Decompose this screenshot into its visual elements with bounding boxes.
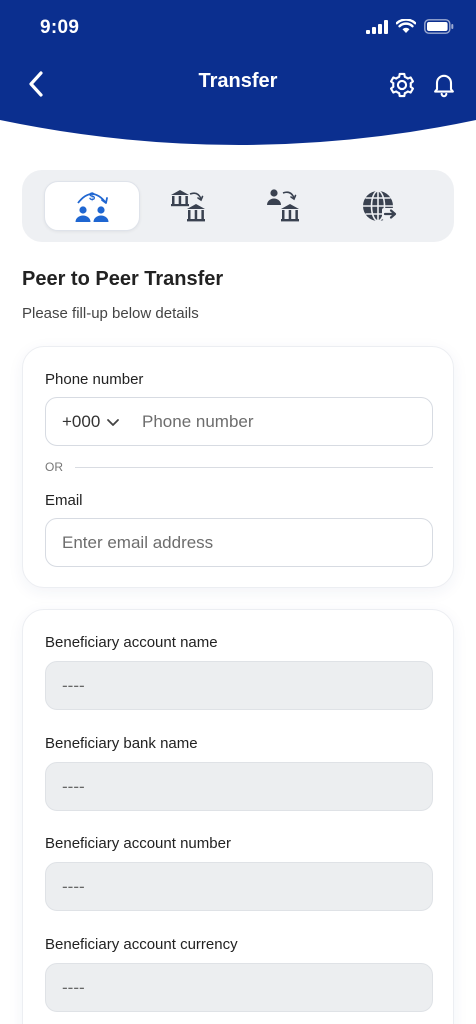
chevron-down-icon bbox=[107, 418, 120, 426]
beneficiary-account-name-value: ---- bbox=[62, 676, 85, 695]
settings-button[interactable] bbox=[388, 71, 416, 99]
phone-field: +000 bbox=[45, 397, 433, 446]
country-code-value: +000 bbox=[62, 411, 101, 431]
tab-international-transfer[interactable] bbox=[332, 181, 428, 231]
tab-peer-transfer[interactable]: $ bbox=[44, 181, 140, 231]
beneficiary-bank-name-field: ---- bbox=[45, 762, 433, 811]
peer-transfer-icon: $ bbox=[75, 191, 109, 222]
status-icons bbox=[366, 19, 454, 34]
battery-icon bbox=[424, 19, 454, 34]
beneficiary-account-number-field: ---- bbox=[45, 862, 433, 911]
beneficiary-account-currency-field: ---- bbox=[45, 963, 433, 1012]
beneficiary-bank-name-label: Beneficiary bank name bbox=[45, 735, 198, 752]
beneficiary-bank-name-value: ---- bbox=[62, 777, 85, 796]
contact-card: Phone number +000 OR Email bbox=[22, 346, 454, 588]
person-to-bank-icon bbox=[267, 189, 299, 222]
section-title: Peer to Peer Transfer bbox=[22, 268, 224, 290]
tab-bank-transfer[interactable] bbox=[140, 181, 236, 231]
divider-line bbox=[75, 466, 433, 468]
transfer-type-tabs: $ bbox=[22, 170, 454, 242]
email-label: Email bbox=[45, 492, 83, 509]
phone-input[interactable] bbox=[142, 398, 422, 445]
email-field bbox=[45, 518, 433, 567]
wifi-icon bbox=[396, 19, 416, 33]
bell-icon bbox=[434, 74, 454, 98]
international-transfer-icon bbox=[363, 190, 398, 222]
country-code-dropdown[interactable]: +000 bbox=[62, 398, 120, 445]
beneficiary-account-name-field: ---- bbox=[45, 661, 433, 710]
or-text: OR bbox=[45, 460, 63, 474]
app-header: 9:09 Transfer bbox=[0, 0, 476, 150]
section-subtitle: Please fill-up below details bbox=[22, 305, 199, 322]
svg-text:$: $ bbox=[89, 191, 95, 203]
phone-label: Phone number bbox=[45, 371, 144, 388]
beneficiary-account-currency-label: Beneficiary account currency bbox=[45, 936, 238, 953]
beneficiary-account-number-label: Beneficiary account number bbox=[45, 835, 231, 852]
beneficiary-card: Beneficiary account name ---- Beneficiar… bbox=[22, 609, 454, 1024]
status-time: 9:09 bbox=[40, 17, 80, 38]
signal-icon bbox=[366, 19, 388, 34]
gear-icon bbox=[389, 72, 415, 98]
beneficiary-account-currency-value: ---- bbox=[62, 978, 85, 997]
bank-to-bank-icon bbox=[171, 190, 205, 222]
or-divider: OR bbox=[45, 459, 433, 475]
email-input[interactable] bbox=[62, 519, 422, 566]
tab-person-to-bank[interactable] bbox=[236, 181, 332, 231]
beneficiary-account-number-value: ---- bbox=[62, 877, 85, 896]
notifications-button[interactable] bbox=[430, 70, 458, 98]
beneficiary-account-name-label: Beneficiary account name bbox=[45, 634, 218, 651]
